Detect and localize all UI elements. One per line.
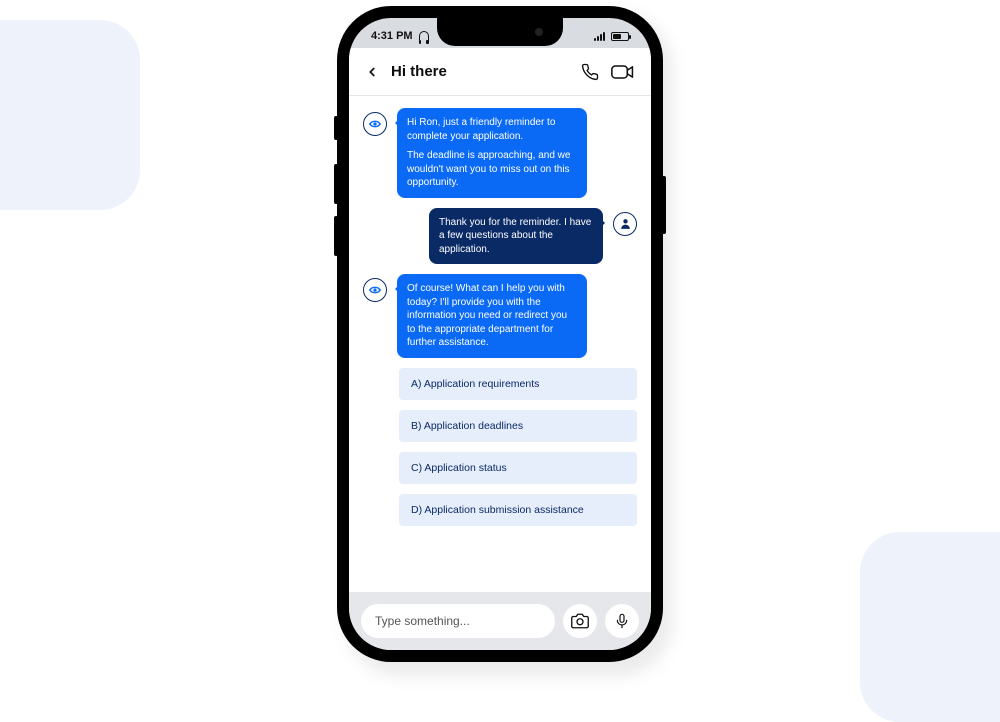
bot-icon <box>367 282 383 298</box>
back-button[interactable] <box>365 65 379 79</box>
video-icon <box>611 63 635 81</box>
background-shape-right <box>860 532 1000 722</box>
message-text: The deadline is approaching, and we woul… <box>407 149 577 190</box>
bot-avatar <box>363 112 387 136</box>
user-avatar <box>613 212 637 236</box>
chat-header: Hi there <box>349 48 651 96</box>
bot-message-bubble: Of course! What can I help you with toda… <box>397 274 587 358</box>
bot-message-bubble: Hi Ron, just a friendly reminder to comp… <box>397 108 587 198</box>
phone-button-power <box>662 176 666 234</box>
message-row-user: Thank you for the reminder. I have a few… <box>363 208 637 265</box>
phone-button-mute <box>334 116 338 140</box>
phone-screen: 4:31 PM Hi there <box>349 18 651 650</box>
microphone-icon <box>614 613 630 629</box>
option-button-d[interactable]: D) Application submission assistance <box>399 494 637 526</box>
user-message-bubble: Thank you for the reminder. I have a few… <box>429 208 603 265</box>
message-row-bot: Hi Ron, just a friendly reminder to comp… <box>363 108 637 198</box>
camera-button[interactable] <box>563 604 597 638</box>
bot-avatar <box>363 278 387 302</box>
message-input-bar <box>349 592 651 650</box>
chat-title: Hi there <box>391 63 569 80</box>
quick-reply-options: A) Application requirements B) Applicati… <box>399 368 637 526</box>
phone-button-volume-up <box>334 164 338 204</box>
background-shape-left <box>0 20 140 210</box>
message-input[interactable] <box>361 604 555 638</box>
message-text: Hi Ron, just a friendly reminder to comp… <box>407 116 577 143</box>
camera-icon <box>571 612 589 630</box>
bot-icon <box>367 116 383 132</box>
person-icon <box>619 217 632 230</box>
status-time: 4:31 PM <box>371 30 413 42</box>
video-call-button[interactable] <box>611 63 635 81</box>
option-button-b[interactable]: B) Application deadlines <box>399 410 637 442</box>
option-button-a[interactable]: A) Application requirements <box>399 368 637 400</box>
phone-icon <box>581 63 599 81</box>
chat-message-area: Hi Ron, just a friendly reminder to comp… <box>349 96 651 592</box>
message-text: Of course! What can I help you with toda… <box>407 282 577 350</box>
call-button[interactable] <box>581 63 599 81</box>
microphone-button[interactable] <box>605 604 639 638</box>
signal-icon <box>594 32 605 41</box>
chevron-left-icon <box>365 65 379 79</box>
option-button-c[interactable]: C) Application status <box>399 452 637 484</box>
message-row-bot: Of course! What can I help you with toda… <box>363 274 637 358</box>
headphones-icon <box>419 31 429 41</box>
phone-notch <box>437 18 563 46</box>
battery-icon <box>611 32 629 41</box>
message-text: Thank you for the reminder. I have a few… <box>439 216 593 257</box>
phone-button-volume-down <box>334 216 338 256</box>
phone-frame: 4:31 PM Hi there <box>337 6 663 662</box>
